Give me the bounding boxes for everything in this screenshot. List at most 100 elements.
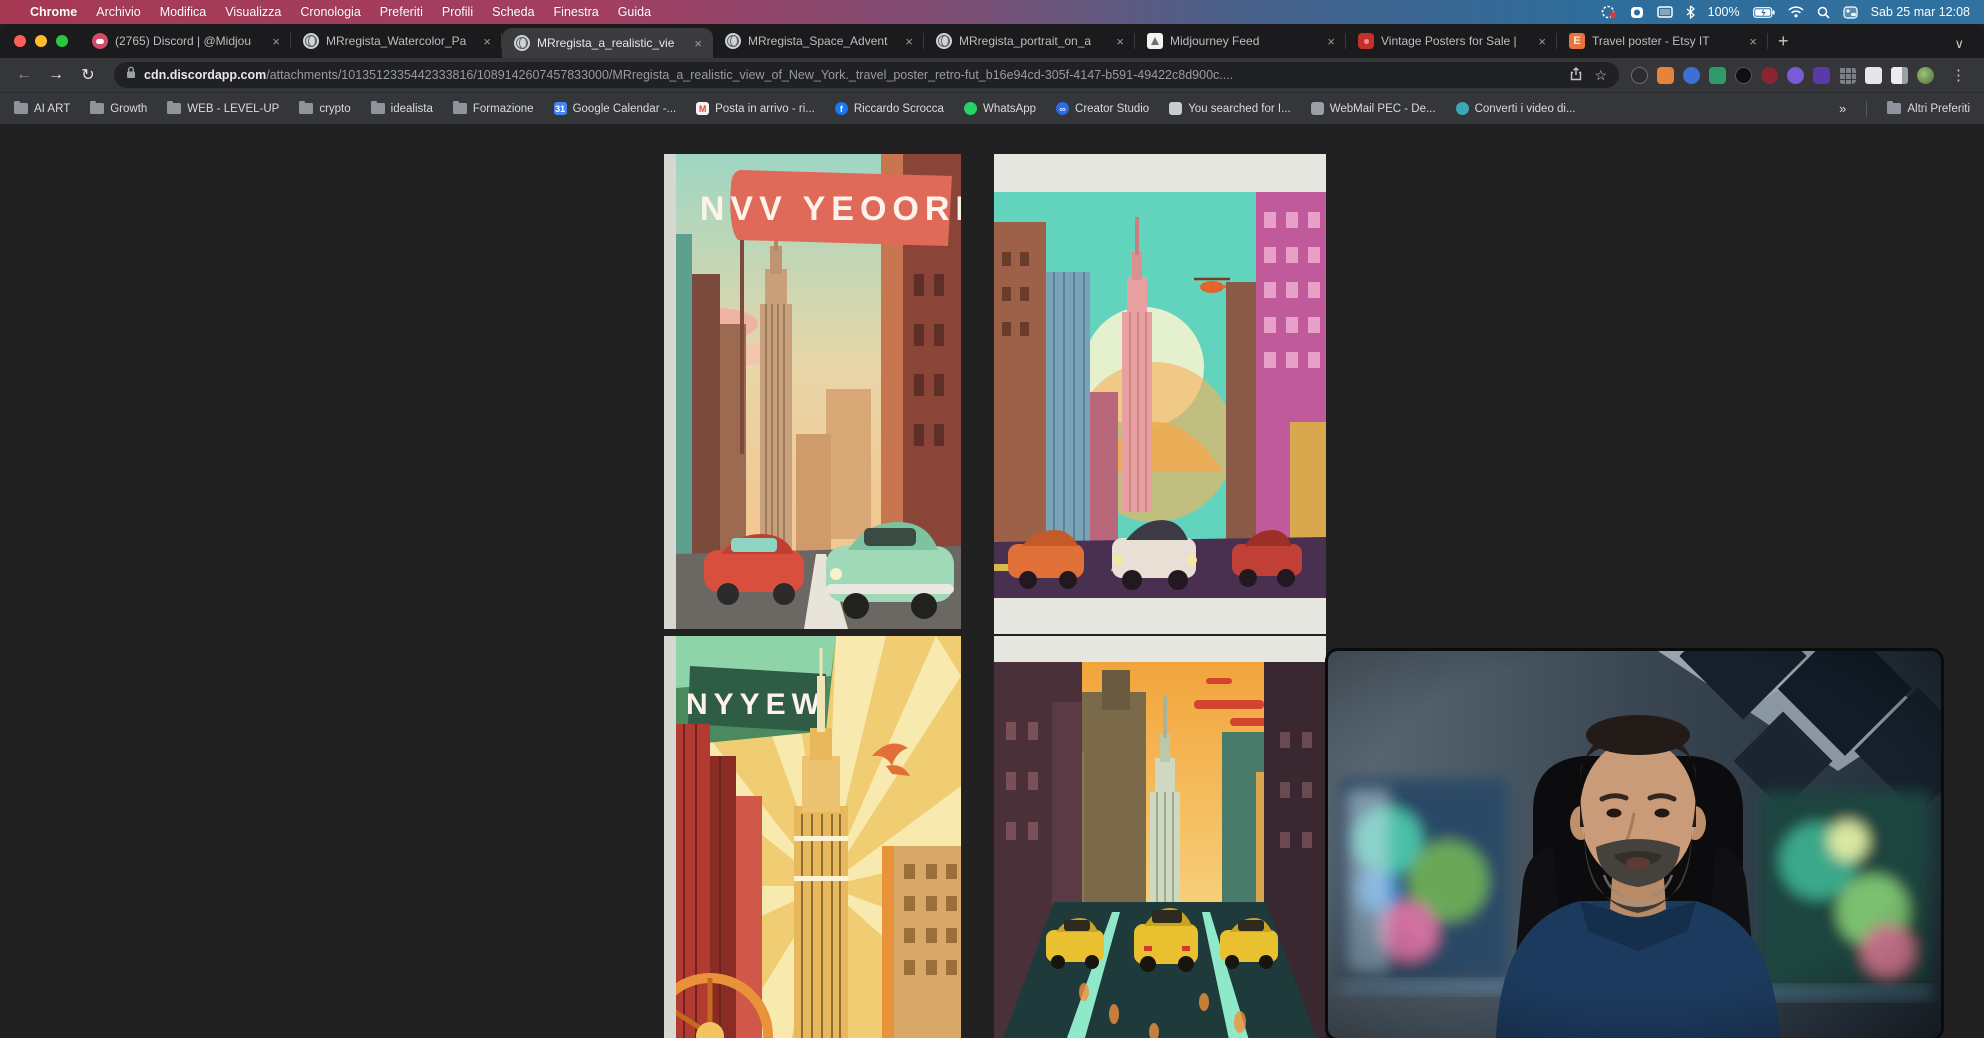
bookmarks-overflow-icon[interactable]: » (1839, 101, 1846, 116)
menu-chrome[interactable]: Chrome (30, 5, 77, 19)
grid-extension-icon[interactable] (1839, 67, 1856, 84)
bookmark-webmail-pec[interactable]: WebMail PEC - De... (1311, 102, 1436, 115)
poster-top-left[interactable]: NVV YEOORE (676, 154, 961, 629)
control-center-icon[interactable] (1843, 6, 1858, 19)
green-extension-icon[interactable] (1709, 67, 1726, 84)
menu-scheda[interactable]: Scheda (492, 5, 534, 19)
battery-icon[interactable] (1753, 7, 1775, 18)
tab-realistic-view-active[interactable]: MRregista_a_realistic_vie × (502, 28, 713, 58)
tab-midjourney-feed[interactable]: Midjourney Feed × (1135, 24, 1346, 58)
reload-button[interactable]: ↻ (74, 65, 102, 85)
bookmark-folder-ai-art[interactable]: AI ART (14, 103, 70, 115)
menu-finestra[interactable]: Finestra (554, 5, 599, 19)
bookmark-converti-video[interactable]: Converti i video di... (1456, 102, 1576, 115)
poster-title-bottom-left: NYYEW (686, 688, 826, 721)
password-extension-icon[interactable] (1761, 67, 1778, 84)
display-icon[interactable] (1657, 6, 1673, 19)
tab-search-chevron-icon[interactable]: ∨ (1948, 36, 1978, 58)
close-window-button[interactable] (14, 35, 26, 47)
poster-bottom-left[interactable]: NYYEW (676, 636, 961, 1038)
bookmark-folder-formazione[interactable]: Formazione (453, 103, 534, 115)
tab-etsy[interactable]: Travel poster - Etsy IT × (1557, 24, 1768, 58)
poster-top-right[interactable] (994, 154, 1326, 634)
violet-extension-icon[interactable] (1813, 67, 1830, 84)
other-favorites-folder[interactable]: Altri Preferiti (1887, 103, 1970, 115)
bookmark-facebook[interactable]: fRiccardo Scrocca (835, 102, 944, 115)
bookmark-star-icon[interactable]: ☆ (1594, 67, 1607, 84)
tab-portrait[interactable]: MRregista_portrait_on_a × (924, 24, 1135, 58)
bookmark-folder-idealista[interactable]: idealista (371, 103, 433, 115)
new-tab-button[interactable]: + (1768, 31, 1803, 58)
bookmark-label: You searched for I... (1188, 103, 1291, 115)
tab-close-icon[interactable]: × (1324, 34, 1338, 49)
profile-avatar[interactable] (1917, 67, 1934, 84)
menubar-clock[interactable]: Sab 25 mar 12:08 (1871, 5, 1970, 19)
bookmark-label: WebMail PEC - De... (1330, 103, 1436, 115)
menu-preferiti[interactable]: Preferiti (380, 5, 423, 19)
search-icon[interactable] (1817, 6, 1830, 19)
extensions-row: ⋮ (1631, 66, 1974, 84)
grid-margin (664, 154, 676, 629)
blue-extension-icon[interactable] (1683, 67, 1700, 84)
bookmark-folder-crypto[interactable]: crypto (299, 103, 350, 115)
bookmark-folder-web-level-up[interactable]: WEB - LEVEL-UP (167, 103, 279, 115)
menu-guida[interactable]: Guida (618, 5, 651, 19)
tab-discord[interactable]: (2765) Discord | @Midjou × (80, 24, 291, 58)
tab-close-icon[interactable]: × (269, 34, 283, 49)
chrome-menu-icon[interactable]: ⋮ (1943, 66, 1970, 84)
dark-extension-icon[interactable] (1735, 67, 1752, 84)
tab-close-icon[interactable]: × (1113, 34, 1127, 49)
tab-close-icon[interactable]: × (480, 34, 494, 49)
tab-space-adventure[interactable]: MRregista_Space_Advent × (713, 24, 924, 58)
wifi-icon[interactable] (1788, 6, 1804, 18)
menu-profili[interactable]: Profili (442, 5, 473, 19)
bookmark-label: Altri Preferiti (1907, 103, 1970, 115)
metamask-extension-icon[interactable] (1657, 67, 1674, 84)
grid-margin (664, 636, 676, 1038)
menu-archivio[interactable]: Archivio (96, 5, 140, 19)
menu-visualizza[interactable]: Visualizza (225, 5, 281, 19)
site-icon (1169, 102, 1182, 115)
globe-favicon (936, 33, 952, 49)
purple-extension-icon[interactable] (1787, 67, 1804, 84)
tab-close-icon[interactable]: × (1535, 34, 1549, 49)
tab-label: Vintage Posters for Sale | (1381, 34, 1528, 48)
side-panel-icon[interactable] (1891, 67, 1908, 84)
minimize-window-button[interactable] (35, 35, 47, 47)
poster-bottom-right[interactable] (994, 636, 1326, 1038)
bookmark-folder-growth[interactable]: Growth (90, 103, 147, 115)
share-icon[interactable] (1570, 67, 1582, 84)
url-domain: cdn.discordapp.com (144, 68, 266, 82)
bookmark-label: Converti i video di... (1475, 103, 1576, 115)
camera-status-icon[interactable] (1630, 6, 1644, 19)
tab-close-icon[interactable]: × (691, 36, 705, 51)
menu-modifica[interactable]: Modifica (160, 5, 207, 19)
tab-close-icon[interactable]: × (902, 34, 916, 49)
omnibox-actions: ☆ (1570, 67, 1607, 84)
bookmark-creator-studio[interactable]: ∞Creator Studio (1056, 102, 1149, 115)
bookmark-label: Posta in arrivo - ri... (715, 103, 815, 115)
back-button[interactable]: ← (10, 66, 38, 84)
tab-watercolor[interactable]: MRregista_Watercolor_Pa × (291, 24, 502, 58)
menu-cronologia[interactable]: Cronologia (300, 5, 360, 19)
tab-close-icon[interactable]: × (1746, 34, 1760, 49)
tab-vintage-posters[interactable]: Vintage Posters for Sale | × (1346, 24, 1557, 58)
tab-label: MRregista_a_realistic_vie (537, 36, 684, 50)
lock-icon[interactable] (126, 66, 136, 84)
vintage-posters-favicon (1358, 33, 1374, 49)
bookmark-you-searched[interactable]: You searched for I... (1169, 102, 1291, 115)
zoom-window-button[interactable] (56, 35, 68, 47)
downloads-icon[interactable] (1631, 67, 1648, 84)
forward-button[interactable]: → (42, 66, 70, 84)
bookmark-google-calendar[interactable]: 31Google Calendar -... (554, 102, 677, 115)
bookmark-whatsapp[interactable]: WhatsApp (964, 102, 1036, 115)
extensions-puzzle-icon[interactable] (1865, 67, 1882, 84)
bookmark-gmail[interactable]: MPosta in arrivo - ri... (696, 102, 815, 115)
tab-label: (2765) Discord | @Midjou (115, 34, 262, 48)
bookmark-label: WEB - LEVEL-UP (187, 103, 279, 115)
discord-favicon (92, 33, 108, 49)
tab-label: Travel poster - Etsy IT (1592, 34, 1739, 48)
screen-record-icon[interactable] (1601, 5, 1617, 19)
bluetooth-icon[interactable] (1686, 5, 1695, 19)
address-bar[interactable]: cdn.discordapp.com/attachments/101351233… (114, 62, 1619, 88)
